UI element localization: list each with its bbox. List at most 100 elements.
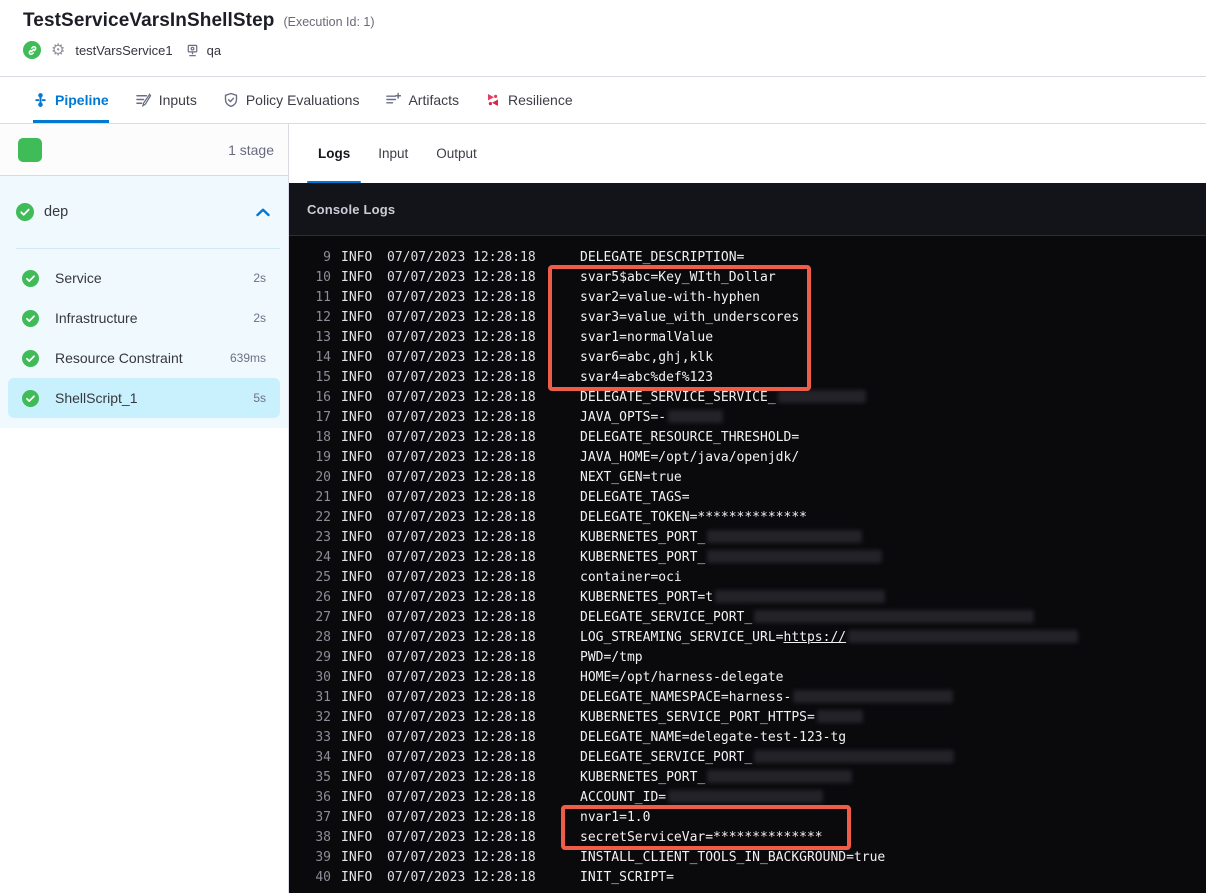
log-line: 14 INFO 07/07/2023 12:28:18 svar6=abc,ghj,k… [289,348,1206,368]
log-level: INFO [341,330,373,345]
gear-icon: ⚙ [51,40,66,59]
log-level: INFO [341,830,373,845]
environment-name[interactable]: qa [207,43,221,58]
step-infrastructure[interactable]: Infrastructure 2s [8,298,280,338]
page-header: TestServiceVarsInShellStep (Execution Id… [0,0,1206,77]
log-level: INFO [341,670,373,685]
log-line: 30 INFO 07/07/2023 12:28:18 HOME=/opt/harne… [289,668,1206,688]
log-timestamp: 07/07/2023 12:28:18 [387,770,536,785]
log-line-number: 35 [315,770,331,785]
check-circle-icon [22,349,39,367]
pipeline-icon [35,92,46,107]
log-message: svar5$abc=Key_WIth_Dollar [580,270,776,285]
log-line-number: 39 [315,850,331,865]
log-timestamp: 07/07/2023 12:28:18 [387,670,536,685]
log-line-number: 22 [315,510,331,525]
log-line-number: 25 [315,570,331,585]
log-line-number: 24 [315,550,331,565]
log-level: INFO [341,490,373,505]
stage-group-dep[interactable]: dep [0,176,288,248]
console-header: Console Logs [289,183,1206,236]
page-title: TestServiceVarsInShellStep [23,10,275,31]
log-timestamp: 07/07/2023 12:28:18 [387,490,536,505]
step-service[interactable]: Service 2s [8,258,280,298]
log-line-number: 28 [315,630,331,645]
tab-inputs[interactable]: Inputs [135,77,197,123]
log-level: INFO [341,450,373,465]
redacted-value [715,590,886,603]
log-line: 27 INFO 07/07/2023 12:28:18 DELEGATE_SERVIC… [289,608,1206,628]
log-line: 23 INFO 07/07/2023 12:28:18 KUBERNETES_PORT… [289,528,1206,548]
log-level: INFO [341,730,373,745]
log-message: KUBERNETES_PORT_ [580,528,863,548]
tab-output[interactable]: Output [436,124,477,183]
console-title: Console Logs [307,201,396,217]
console-log-body[interactable]: 9 INFO 07/07/2023 12:28:18 DELEGATE_DESCRIP… [289,236,1206,893]
log-message: INIT_SCRIPT= [580,870,674,885]
log-line-number: 23 [315,530,331,545]
stage-status-square [18,137,42,162]
log-timestamp: 07/07/2023 12:28:18 [387,430,536,445]
log-line-number: 37 [315,810,331,825]
redacted-value [668,410,724,423]
log-message: KUBERNETES_PORT_ [580,768,853,788]
log-line: 32 INFO 07/07/2023 12:28:18 KUBERNETES_SERV… [289,708,1206,728]
log-level: INFO [341,310,373,325]
log-timestamp: 07/07/2023 12:28:18 [387,370,536,385]
log-line: 12 INFO 07/07/2023 12:28:18 svar3=value_wit… [289,308,1206,328]
log-line: 18 INFO 07/07/2023 12:28:18 DELEGATE_RESOUR… [289,428,1206,448]
log-message: HOME=/opt/harness-delegate [580,670,784,685]
log-line-number: 15 [315,370,331,385]
log-message: DELEGATE_RESOURCE_THRESHOLD= [580,430,800,445]
step-duration: 639ms [229,351,266,365]
tab-input[interactable]: Input [378,124,408,183]
log-message: PWD=/tmp [580,650,643,665]
log-line-number: 29 [315,650,331,665]
step-shellscript-1[interactable]: ShellScript_1 5s [8,378,280,418]
log-level: INFO [341,530,373,545]
check-circle-icon [22,389,39,407]
log-line: 26 INFO 07/07/2023 12:28:18 KUBERNETES_PORT… [289,588,1206,608]
log-timestamp: 07/07/2023 12:28:18 [387,650,536,665]
log-timestamp: 07/07/2023 12:28:18 [387,850,536,865]
log-link[interactable]: https:// [784,630,847,645]
tab-resilience[interactable]: Resilience [485,77,573,123]
log-message: LOG_STREAMING_SERVICE_URL=https:// [580,628,1079,648]
log-level: INFO [341,410,373,425]
tab-artifacts[interactable]: Artifacts [385,77,459,123]
log-timestamp: 07/07/2023 12:28:18 [387,310,536,325]
log-message: svar6=abc,ghj,klk [580,350,714,365]
log-line-number: 34 [315,750,331,765]
log-line: 33 INFO 07/07/2023 12:28:18 DELEGATE_NAME=d… [289,728,1206,748]
log-level: INFO [341,850,373,865]
tab-logs[interactable]: Logs [306,124,362,183]
log-line: 38 INFO 07/07/2023 12:28:18 secretServiceVa… [289,828,1206,848]
stage-section: dep Service 2s Infrastructure 2s Resourc… [0,176,288,428]
log-message: secretServiceVar=************** [580,830,823,845]
log-message: ACCOUNT_ID= [580,788,824,808]
redacted-value [707,550,883,563]
log-timestamp: 07/07/2023 12:28:18 [387,350,536,365]
log-line-number: 17 [315,410,331,425]
step-resource-constraint[interactable]: Resource Constraint 639ms [8,338,280,378]
log-level: INFO [341,690,373,705]
log-timestamp: 07/07/2023 12:28:18 [387,470,536,485]
chevron-up-icon[interactable] [256,208,270,217]
log-line-number: 26 [315,590,331,605]
log-line: 21 INFO 07/07/2023 12:28:18 DELEGATE_TAGS= [289,488,1206,508]
log-level: INFO [341,370,373,385]
log-timestamp: 07/07/2023 12:28:18 [387,450,536,465]
tab-policy-evaluations[interactable]: Policy Evaluations [223,77,359,123]
service-status-link-icon [23,41,41,59]
log-line-number: 16 [315,390,331,405]
log-level: INFO [341,810,373,825]
log-line: 15 INFO 07/07/2023 12:28:18 svar4=abc%def%1… [289,368,1206,388]
log-message: DELEGATE_TAGS= [580,490,690,505]
service-name[interactable]: testVarsService1 [75,43,172,58]
resilience-icon [488,93,499,106]
log-timestamp: 07/07/2023 12:28:18 [387,730,536,745]
log-line-number: 27 [315,610,331,625]
step-list: Service 2s Infrastructure 2s Resource Co… [0,249,288,428]
log-line-number: 14 [315,350,331,365]
tab-pipeline[interactable]: Pipeline [33,77,109,123]
